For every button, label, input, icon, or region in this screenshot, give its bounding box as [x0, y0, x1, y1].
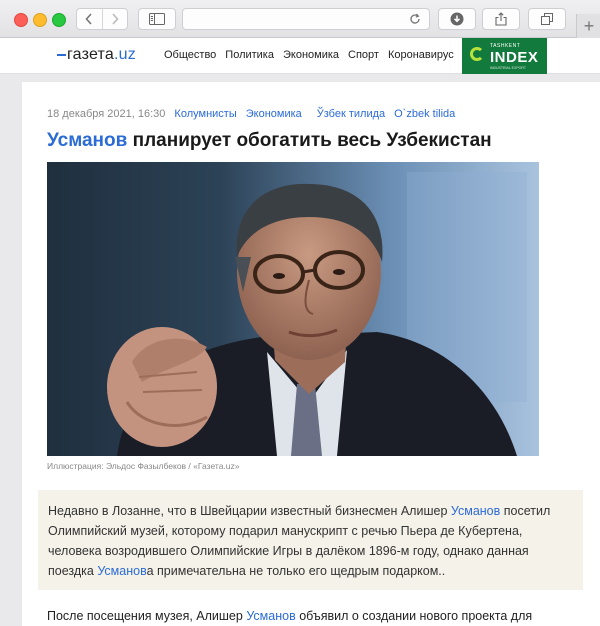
- site-logo[interactable]: газета.uz: [57, 46, 136, 64]
- lang-link-uz-cyrillic[interactable]: Ўзбек тилида: [317, 108, 385, 120]
- reload-icon[interactable]: [409, 13, 421, 25]
- article-card: 18 декабря 2021, 16:30 Колумнисты Эконом…: [22, 82, 600, 626]
- publish-date: 18 декабря 2021, 16:30: [47, 108, 166, 120]
- chevron-right-icon: [112, 13, 119, 25]
- tab-overview-button[interactable]: [528, 8, 566, 30]
- site-header: газета.uz Общество Политика Экономика Сп…: [0, 38, 600, 74]
- lead-name-link-1[interactable]: Усманов: [451, 504, 500, 518]
- tashkent-index-banner[interactable]: TASHKENT INDEX INDUSTRIAL EXPORT: [462, 38, 547, 74]
- zoom-window-button[interactable]: [52, 13, 66, 27]
- nav-item-coronavirus[interactable]: Коронавирус: [388, 49, 454, 61]
- tag-columnists[interactable]: Колумнисты: [174, 108, 236, 120]
- nav-item-politics[interactable]: Политика: [225, 49, 274, 61]
- article-meta: 18 декабря 2021, 16:30 Колумнисты Эконом…: [47, 108, 455, 120]
- article-headline: Усманов планирует обогатить весь Узбекис…: [47, 130, 492, 152]
- headline-text: планирует обогатить весь Узбекистан: [127, 130, 492, 151]
- nav-item-society[interactable]: Общество: [164, 49, 216, 61]
- banner-subtitle: INDUSTRIAL EXPORT: [490, 66, 526, 70]
- body-name-link[interactable]: Усманов: [246, 609, 295, 623]
- article-photo: [47, 162, 539, 456]
- index-logo-icon: [470, 47, 484, 61]
- nav-item-economy[interactable]: Экономика: [283, 49, 339, 61]
- tabs-icon: [541, 13, 553, 25]
- nav-item-sport[interactable]: Спорт: [348, 49, 379, 61]
- address-bar[interactable]: [182, 8, 430, 30]
- logo-mark: [57, 53, 66, 56]
- logo-text: газета: [67, 46, 114, 63]
- lead-text-1: Недавно в Лозанне, что в Швейцарии извес…: [48, 504, 451, 518]
- lang-link-uz-latin[interactable]: O`zbek tilida: [394, 108, 455, 120]
- main-nav: Общество Политика Экономика Спорт Корона…: [164, 49, 454, 61]
- photo-caption: Иллюстрация: Эльдос Фазылбеков / «Газета…: [47, 461, 240, 471]
- article-lead: Недавно в Лозанне, что в Швейцарии извес…: [38, 490, 583, 590]
- lead-text-3: а примечательна не только его щедрым под…: [146, 564, 446, 578]
- share-button[interactable]: [482, 8, 520, 30]
- chevron-left-icon: [85, 13, 92, 25]
- sidebar-icon: [149, 13, 165, 25]
- headline-name-link[interactable]: Усманов: [47, 130, 127, 151]
- article-body-paragraph: После посещения музея, Алишер Усманов об…: [47, 606, 587, 626]
- logo-tld: .uz: [113, 46, 136, 63]
- back-button[interactable]: [77, 9, 102, 29]
- body-text-1: После посещения музея, Алишер: [47, 609, 247, 623]
- close-window-button[interactable]: [14, 13, 28, 27]
- browser-toolbar: +: [0, 0, 600, 38]
- banner-title: INDEX: [490, 49, 539, 66]
- forward-button[interactable]: [101, 9, 128, 29]
- lead-name-link-2[interactable]: Усманов: [97, 564, 146, 578]
- plus-icon: +: [583, 15, 595, 36]
- portrait-illustration: [47, 162, 539, 456]
- history-nav: [76, 8, 128, 30]
- sidebar-toggle-button[interactable]: [138, 8, 176, 30]
- downloads-button[interactable]: [438, 8, 476, 30]
- minimize-window-button[interactable]: [33, 13, 47, 27]
- new-tab-button[interactable]: +: [576, 14, 600, 38]
- body-text-2: объявил о создании нового проекта для: [295, 609, 533, 623]
- tag-economy[interactable]: Экономика: [246, 108, 302, 120]
- download-icon: [450, 12, 464, 26]
- share-icon: [495, 12, 507, 26]
